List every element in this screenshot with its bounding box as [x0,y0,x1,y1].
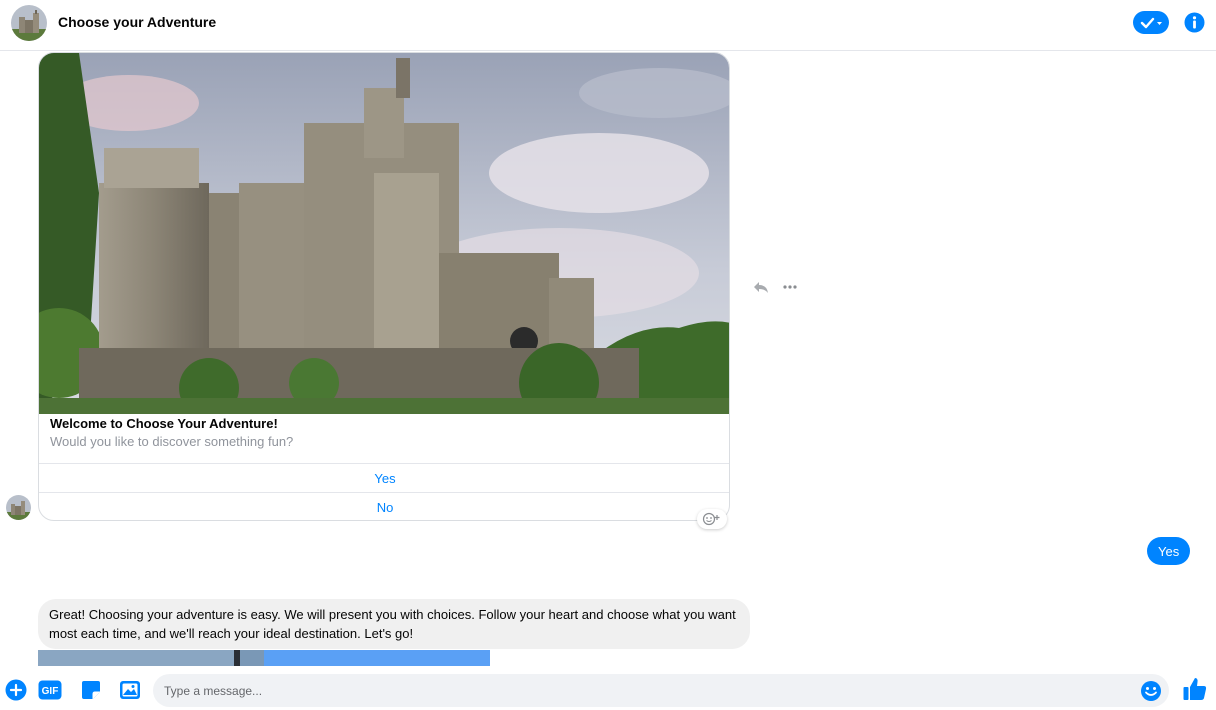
emoji-icon [1141,681,1161,701]
conversation-header: Choose your Adventure [0,0,1216,51]
image-icon [120,681,140,699]
sticker-icon [82,681,100,699]
card-title: Welcome to Choose Your Adventure! [50,416,278,431]
message-actions [753,279,797,295]
reply-icon[interactable] [753,280,769,294]
svg-text:GIF: GIF [42,686,59,697]
add-reaction-icon [702,512,720,526]
no-button[interactable]: No [39,492,729,520]
emoji-button[interactable] [1140,680,1162,702]
message-composer: GIF [0,670,1216,710]
plus-icon [5,679,27,701]
castle-hero-image [39,53,729,414]
incoming-message: Great! Choosing your adventure is easy. … [38,599,750,649]
photo-button[interactable] [119,679,141,701]
bot-avatar[interactable] [6,495,31,520]
like-button[interactable] [1183,676,1207,702]
more-icon[interactable] [783,285,797,289]
add-reaction-button[interactable] [697,509,727,529]
welcome-card: Welcome to Choose Your Adventure! Would … [38,52,730,521]
gif-icon: GIF [38,680,62,700]
next-card-image-partial [38,650,490,666]
message-input[interactable] [164,674,1124,707]
check-menu-icon [1140,17,1162,28]
yes-button[interactable]: Yes [39,463,729,492]
castle-avatar[interactable] [11,5,47,41]
info-button[interactable] [1184,12,1205,33]
card-subtitle: Would you like to discover something fun… [50,434,294,449]
gif-button[interactable]: GIF [38,679,62,701]
outgoing-message: Yes [1147,537,1191,565]
check-menu-button[interactable] [1133,11,1169,34]
message-input-wrapper [153,674,1169,707]
more-actions-button[interactable] [5,679,27,701]
thumbs-up-icon [1183,678,1207,700]
info-icon [1184,12,1205,33]
conversation-title: Choose your Adventure [58,14,217,30]
sticker-button[interactable] [80,679,102,701]
